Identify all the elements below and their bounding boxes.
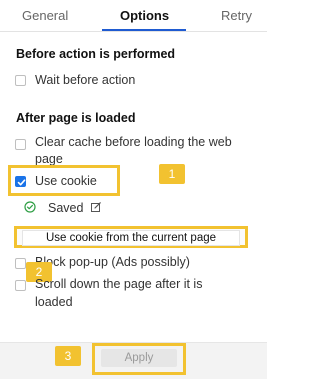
check-circle-icon (24, 201, 36, 213)
apply-button[interactable]: Apply (101, 349, 177, 367)
tab-general[interactable]: General (22, 8, 68, 23)
tab-options[interactable]: Options (120, 8, 169, 23)
clear-cache-label-line2: page (35, 152, 63, 166)
wait-before-action-checkbox[interactable] (15, 75, 26, 86)
use-current-page-cookie-label: Use cookie from the current page (23, 231, 239, 245)
section-title-after: After page is loaded (16, 111, 136, 125)
tab-bar: General Options Retry (0, 0, 267, 32)
block-popup-checkbox[interactable] (15, 258, 26, 269)
scroll-down-label-line2: loaded (35, 295, 73, 309)
tabs-divider (0, 31, 267, 32)
clear-cache-label-line1: Clear cache before loading the web (35, 135, 232, 149)
use-cookie-label: Use cookie (35, 174, 97, 188)
callout-badge-1: 1 (159, 164, 185, 184)
saved-label: Saved (48, 201, 84, 215)
edit-icon[interactable] (90, 201, 102, 213)
use-cookie-checkbox[interactable] (15, 176, 26, 187)
wait-before-action-label: Wait before action (35, 73, 136, 87)
clear-cache-checkbox[interactable] (15, 139, 26, 150)
scroll-down-checkbox[interactable] (15, 280, 26, 291)
scroll-down-label-line1: Scroll down the page after it is (35, 277, 203, 291)
section-title-before: Before action is performed (16, 47, 176, 61)
use-current-page-cookie-option[interactable]: Use cookie from the current page (14, 226, 248, 248)
block-popup-label: Block pop-up (Ads possibly) (35, 255, 190, 269)
checkmark-icon (17, 179, 26, 186)
tab-retry[interactable]: Retry (221, 8, 252, 23)
callout-badge-3: 3 (55, 346, 81, 366)
